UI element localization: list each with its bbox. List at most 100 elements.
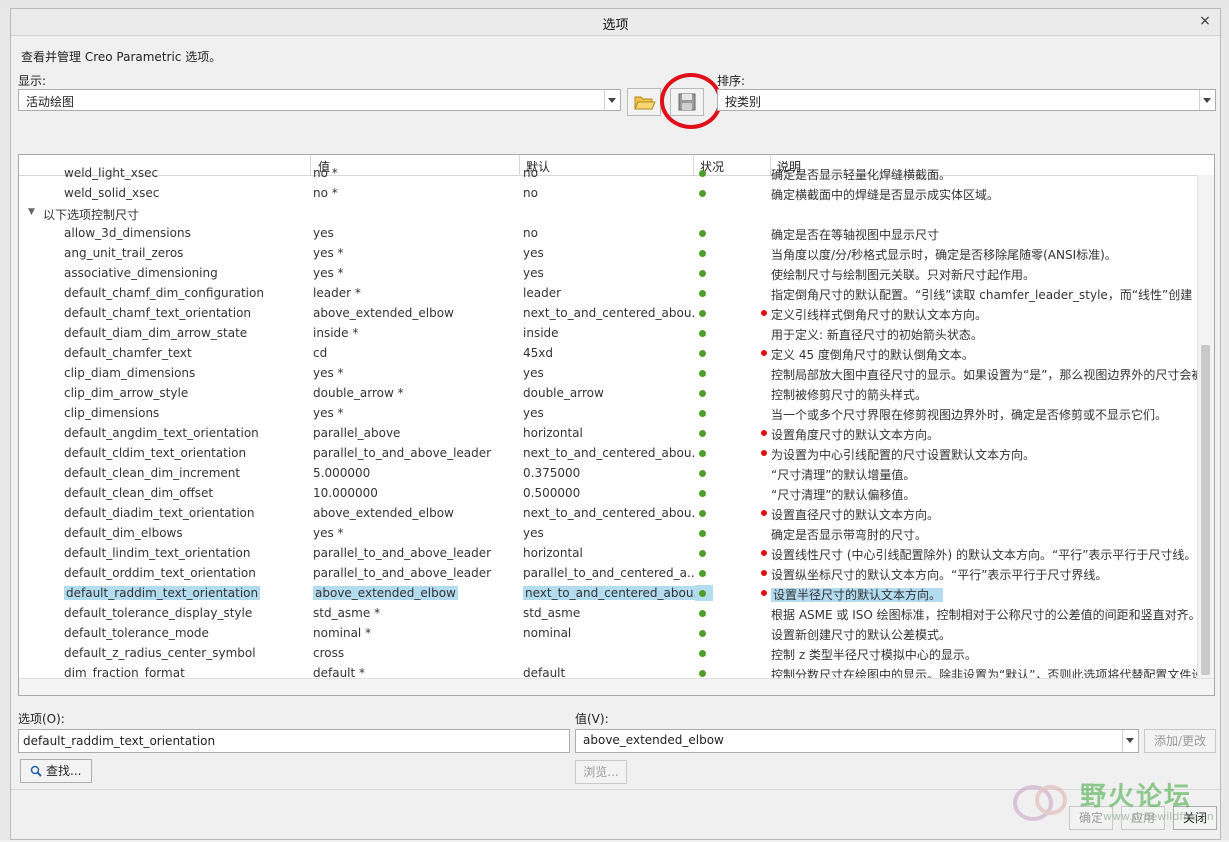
table-row[interactable]: default_chamf_dim_configuration leader * l…	[19, 283, 1199, 303]
sort-dropdown[interactable]: 按类别	[717, 89, 1216, 111]
status-green-dot-icon	[699, 670, 706, 677]
option-description-cell: 设置角度尺寸的默认文本方向。	[771, 428, 940, 442]
option-default-cell: horizontal	[523, 426, 583, 440]
annotation-red-dot	[761, 430, 767, 436]
option-description-cell: 设置线性尺寸 (中心引线配置除外) 的默认文本方向。“平行”表示平行于尺寸线。	[771, 548, 1197, 562]
table-row[interactable]: default_tolerance_display_style std_asme …	[19, 603, 1201, 623]
show-dropdown[interactable]: 活动绘图	[18, 89, 621, 111]
option-value-cell: yes *	[313, 406, 344, 420]
table-row[interactable]: weld_light_xsec no * no 确定是否显示轻量化焊缝横截面。	[19, 163, 1199, 183]
table-row[interactable]: clip_dimensions yes * yes 当一个或多个尺寸界限在修剪视图边界…	[19, 403, 1199, 423]
sort-label: 排序:	[717, 74, 746, 88]
option-description-cell: 确定是否显示轻量化焊缝横截面。	[771, 168, 952, 182]
group-label: 以下选项控制尺寸	[43, 208, 140, 222]
table-group-row[interactable]: ▼ 以下选项控制尺寸	[19, 203, 1199, 223]
table-row[interactable]: default_chamf_text_orientation above_exte…	[19, 303, 1199, 323]
option-name-input[interactable]: default_raddim_text_orientation	[18, 729, 570, 753]
option-value-cell: parallel_above	[313, 426, 401, 440]
table-row[interactable]: default_dim_elbows yes * yes 确定是否显示带弯肘的尺寸。	[19, 523, 1199, 543]
expand-triangle-icon[interactable]: ▼	[28, 207, 35, 217]
status-green-dot-icon	[699, 490, 706, 497]
table-row[interactable]: default_cldim_text_orientation parallel_t…	[19, 443, 1199, 463]
option-value-cell: cross	[313, 646, 345, 660]
title-bar: 选项 ×	[11, 9, 1220, 36]
option-name-cell: allow_3d_dimensions	[64, 226, 191, 240]
options-table: 值 默认 状况 说明 weld_light_xsec no * no 确定是否显示轻量…	[18, 154, 1215, 696]
option-description-cell: 指定倒角尺寸的默认配置。“引线”读取 chamfer_leader_style，…	[771, 288, 1193, 302]
table-row[interactable]: default_angdim_text_orientation parallel_…	[19, 423, 1199, 443]
option-name-cell: default_diam_dim_arrow_state	[64, 326, 248, 340]
open-file-button[interactable]	[627, 88, 661, 116]
option-default-cell: no	[523, 166, 538, 180]
scrollbar-thumb[interactable]	[1201, 345, 1210, 675]
option-default-cell: horizontal	[523, 546, 583, 560]
option-value-cell: above_extended_elbow	[313, 506, 454, 520]
table-row[interactable]: default_z_radius_center_symbol cross 控制 z …	[19, 643, 1199, 663]
table-row[interactable]: default_clean_dim_offset 10.000000 0.50000…	[19, 483, 1199, 503]
option-description-cell: 根据 ASME 或 ISO 绘图标准，控制相对于公称尺寸的公差值的间距和竖直对齐…	[771, 608, 1201, 622]
table-row[interactable]: allow_3d_dimensions yes no 确定是否在等轴视图中显示尺寸	[19, 223, 1199, 243]
option-name-cell: default_cldim_text_orientation	[64, 446, 247, 460]
option-description-cell: 确定是否显示带弯肘的尺寸。	[771, 528, 928, 542]
option-name-cell: default_chamfer_text	[64, 346, 192, 360]
option-name-cell: default_clean_dim_increment	[64, 466, 241, 480]
option-description-cell: 定义 45 度倒角尺寸的默认倒角文本。	[771, 348, 974, 362]
option-description-cell: 设置直径尺寸的默认文本方向。	[771, 508, 940, 522]
table-row[interactable]: default_raddim_text_orientation above_ext…	[19, 583, 1199, 603]
table-row[interactable]: default_diadim_text_orientation above_ext…	[19, 503, 1199, 523]
option-name-cell: default_raddim_text_orientation	[64, 586, 261, 600]
option-name-cell: default_orddim_text_orientation	[64, 566, 256, 580]
option-value-cell: yes *	[313, 526, 344, 540]
option-default-cell: next_to_and_centered_abou...	[523, 446, 695, 460]
value-label: 值(V):	[575, 712, 609, 726]
horizontal-scrollbar[interactable]	[19, 678, 1214, 695]
option-default-cell: yes	[523, 246, 544, 260]
option-name-cell: default_chamf_text_orientation	[64, 306, 252, 320]
option-description-cell: 使绘制尺寸与绘制图元关联。只对新尺寸起作用。	[771, 268, 1036, 282]
vertical-scrollbar[interactable]	[1197, 175, 1214, 681]
annotation-red-dot	[761, 450, 767, 456]
annotation-circle	[660, 73, 722, 129]
option-name-cell: associative_dimensioning	[64, 266, 218, 280]
option-value-cell: above_extended_elbow	[313, 306, 454, 320]
table-row[interactable]: default_lindim_text_orientation parallel_…	[19, 543, 1199, 563]
table-row[interactable]: default_diam_dim_arrow_state inside * insi…	[19, 323, 1199, 343]
add-change-button[interactable]: 添加/更改	[1144, 729, 1216, 753]
option-name-cell: weld_light_xsec	[64, 166, 159, 180]
option-value-cell: nominal *	[313, 626, 372, 640]
option-value-cell: inside *	[313, 326, 359, 340]
option-default-cell: parallel_to_and_centered_a...	[523, 566, 695, 580]
table-row[interactable]: weld_solid_xsec no * no 确定横截面中的焊缝是否显示成实体区域。	[19, 183, 1199, 203]
option-description-cell: 设置纵坐标尺寸的默认文本方向。“平行”表示平行于尺寸界线。	[771, 568, 1108, 582]
browse-button[interactable]: 浏览...	[575, 760, 627, 784]
value-dropdown[interactable]: above_extended_elbow	[575, 729, 1139, 753]
option-name-cell: clip_dim_arrow_style	[64, 386, 189, 400]
table-row[interactable]: clip_diam_dimensions yes * yes 控制局部放大图中直径尺寸…	[19, 363, 1201, 383]
option-value-cell: parallel_to_and_above_leader	[313, 566, 492, 580]
option-description-cell: “尺寸清理”的默认增量值。	[771, 468, 916, 482]
option-description-cell: 定义引线样式倒角尺寸的默认文本方向。	[771, 308, 988, 322]
status-green-dot-icon	[699, 650, 706, 657]
table-row[interactable]: default_tolerance_mode nominal * nominal 设置…	[19, 623, 1199, 643]
folder-icon	[634, 96, 656, 110]
status-green-dot-icon	[699, 190, 706, 197]
option-name-cell: weld_solid_xsec	[64, 186, 160, 200]
table-row[interactable]: associative_dimensioning yes * yes 使绘制尺寸与绘制…	[19, 263, 1199, 283]
dialog-description: 查看并管理 Creo Parametric 选项。	[21, 50, 222, 64]
dialog-title: 选项	[602, 18, 629, 33]
find-button[interactable]: 查找...	[20, 759, 92, 783]
option-value-cell: 5.000000	[313, 466, 371, 480]
status-green-dot-icon	[699, 270, 706, 277]
status-green-dot-icon	[699, 470, 706, 477]
table-row[interactable]: ang_unit_trail_zeros yes * yes 当角度以度/分/秒格式显…	[19, 243, 1199, 263]
table-row[interactable]: default_orddim_text_orientation parallel_…	[19, 563, 1199, 583]
watermark-logo-icon	[1013, 785, 1067, 821]
table-row[interactable]: clip_dim_arrow_style double_arrow * double…	[19, 383, 1199, 403]
table-row[interactable]: default_chamfer_text cd 45xd 定义 45 度倒角尺寸的默认…	[19, 343, 1199, 363]
annotation-red-dot	[761, 310, 767, 316]
option-default-cell: next_to_and_centered_abou...	[523, 586, 695, 600]
table-row[interactable]: default_clean_dim_increment 5.000000 0.375…	[19, 463, 1199, 483]
close-icon[interactable]: ×	[1196, 12, 1214, 30]
status-green-dot-icon	[699, 510, 706, 517]
option-description-cell: 控制局部放大图中直径尺寸的显示。如果设置为“是”，那么视图边界外的尺寸会被	[771, 368, 1201, 382]
